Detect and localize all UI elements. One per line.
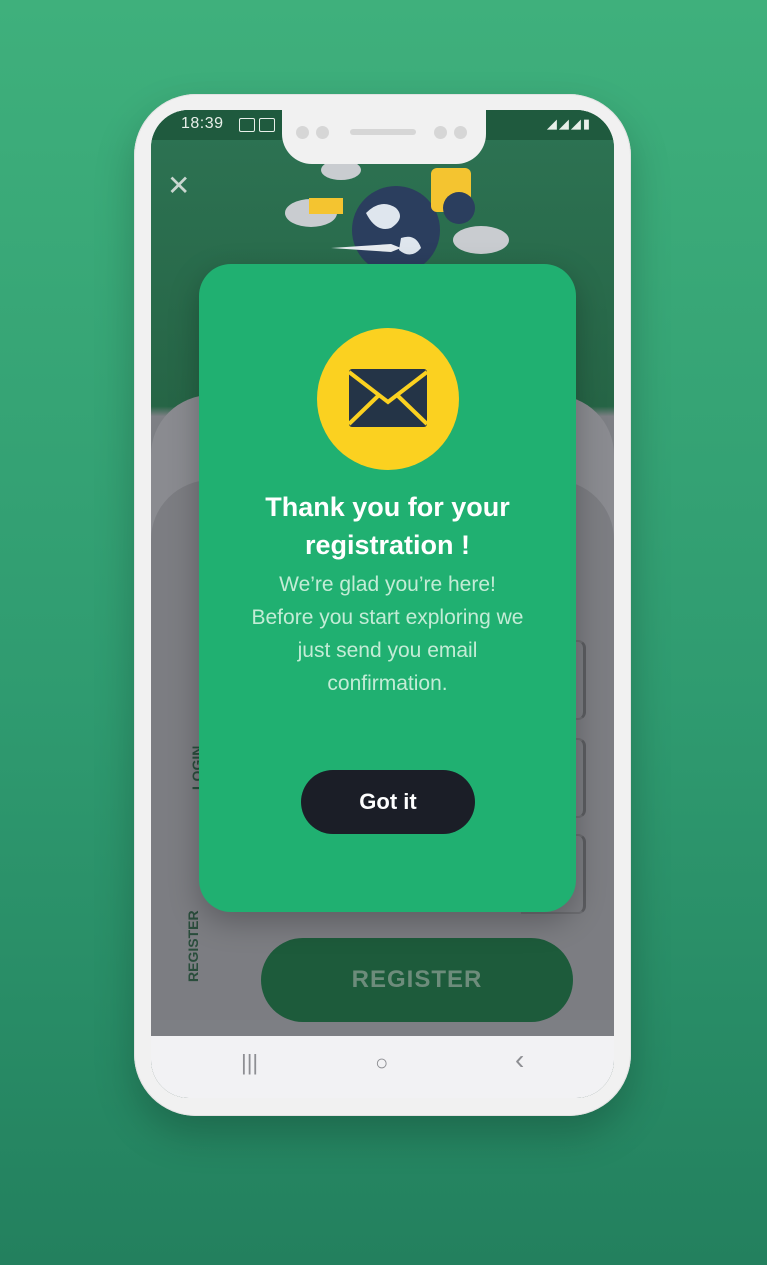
- registration-success-dialog: Thank you for your registration ! We’re …: [199, 264, 576, 912]
- phone-notch: [282, 98, 486, 164]
- message-icon: [259, 118, 275, 132]
- sensor-icon: [434, 126, 447, 139]
- got-it-button[interactable]: Got it: [301, 770, 475, 834]
- sensor-icon: [316, 126, 329, 139]
- camera-icon: [296, 126, 309, 139]
- envelope-badge: [317, 328, 459, 470]
- status-time: 18:39: [181, 115, 224, 132]
- camera-icon: [454, 126, 467, 139]
- tab-register[interactable]: REGISTER: [185, 910, 201, 982]
- signal-battery-icon: ◢◢◢▮: [546, 116, 592, 131]
- navigation-bar: ||| ○ ‹: [151, 1036, 614, 1098]
- gallery-icon: [239, 118, 255, 132]
- recent-apps-icon[interactable]: |||: [241, 1050, 258, 1076]
- back-icon[interactable]: ‹: [515, 1044, 524, 1076]
- speaker-icon: [350, 129, 416, 135]
- travel-illustration-icon: [285, 160, 509, 268]
- register-button[interactable]: REGISTER: [261, 938, 573, 1022]
- home-icon[interactable]: ○: [375, 1050, 388, 1076]
- envelope-icon: [347, 369, 429, 427]
- dialog-message: We’re glad you’re here! Before you start…: [251, 573, 524, 695]
- dialog-title: Thank you for your registration !: [265, 492, 510, 560]
- close-icon[interactable]: ✕: [167, 172, 190, 200]
